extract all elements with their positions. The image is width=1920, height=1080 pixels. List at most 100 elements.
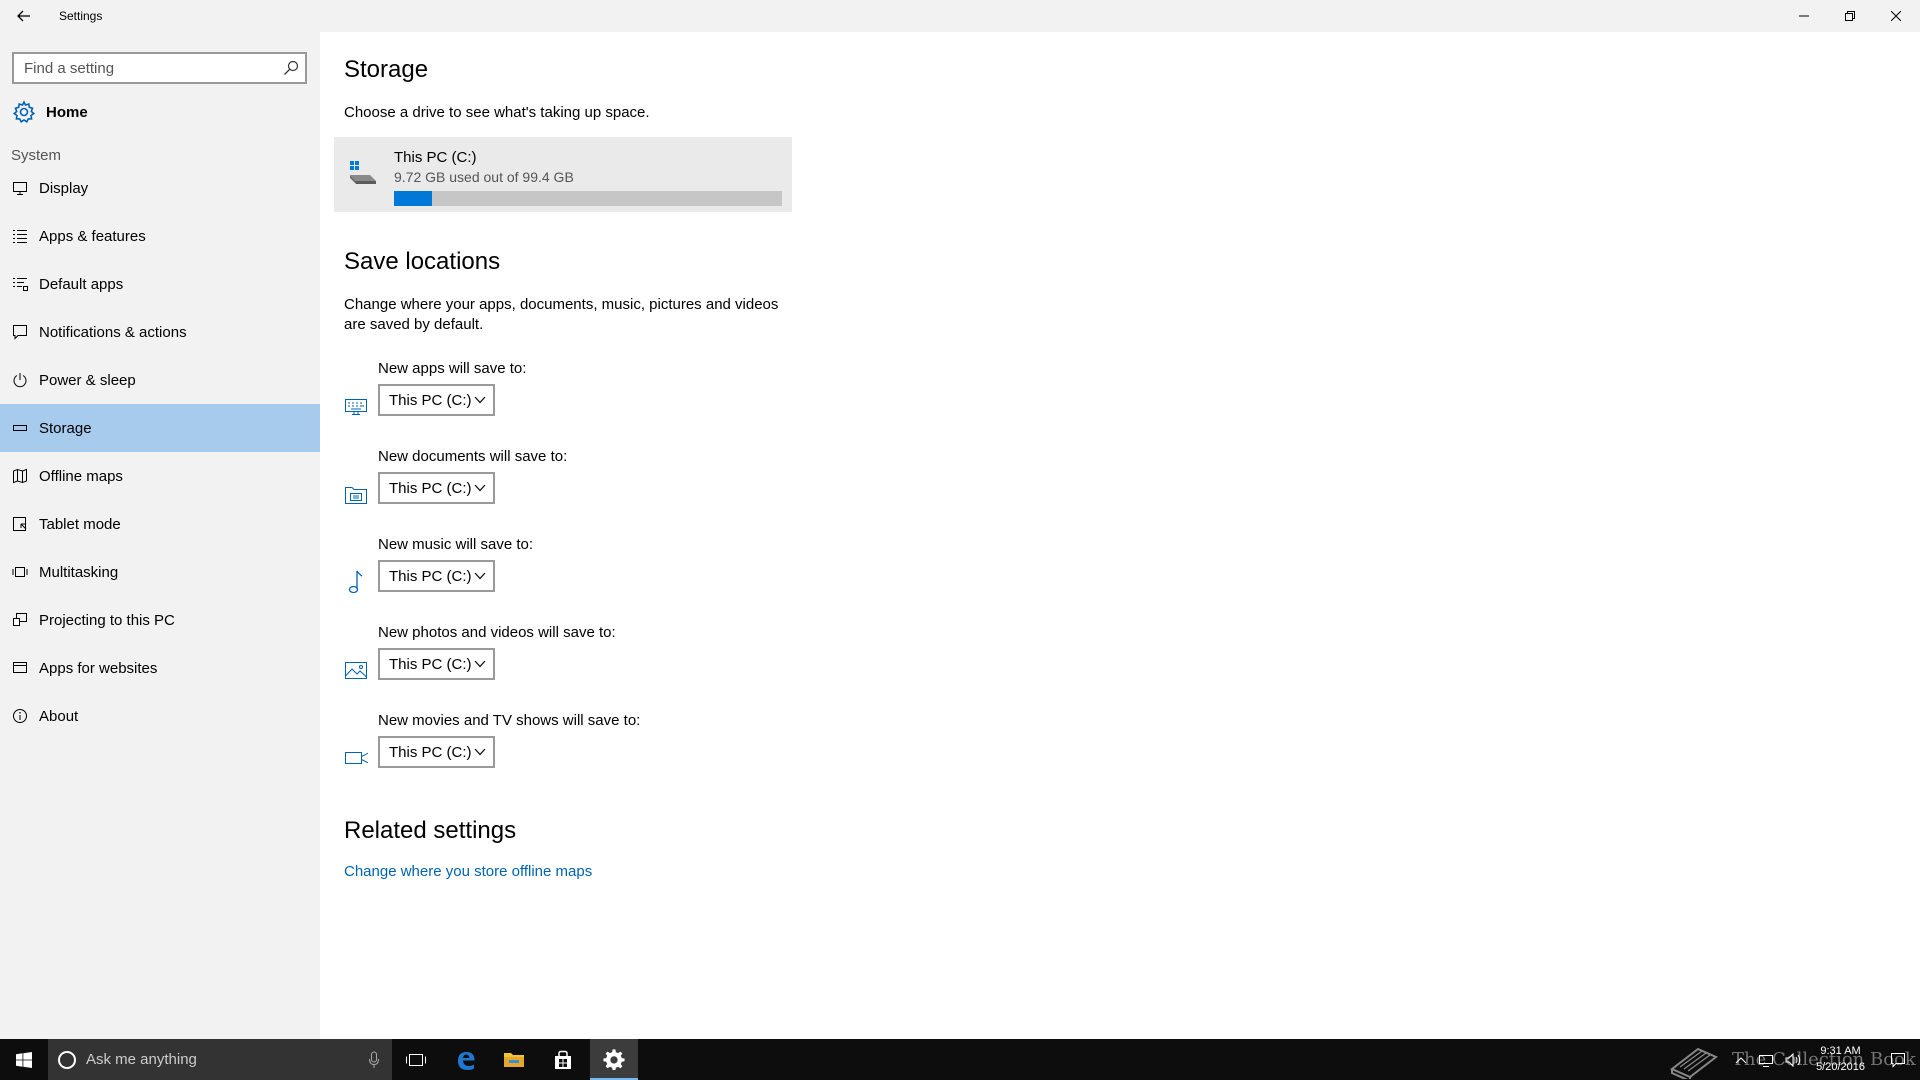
drive-usage-bar <box>394 191 782 206</box>
chevron-down-icon <box>474 660 486 668</box>
sidebar-item-label: Apps for websites <box>39 659 158 677</box>
save-locations-description: Change where your apps, documents, music… <box>344 296 779 333</box>
cortana-icon <box>58 1050 76 1069</box>
save-location-apps: New apps will save to: This PC (C:) <box>344 360 744 434</box>
search-box[interactable] <box>12 52 307 84</box>
sidebar-item-power-sleep[interactable]: Power & sleep <box>0 356 320 404</box>
microphone-icon[interactable] <box>368 1051 380 1069</box>
system-tray <box>1734 1039 1802 1080</box>
save-locations-title: Save locations <box>344 248 501 275</box>
dropdown-value: This PC (C:) <box>389 567 472 585</box>
main-content: Storage Choose a drive to see what's tak… <box>320 32 1920 1039</box>
movies-location-dropdown[interactable]: This PC (C:) <box>378 736 495 768</box>
close-icon <box>1891 11 1901 21</box>
edge-taskbar-button[interactable] <box>442 1039 490 1080</box>
minimize-icon <box>1799 15 1809 17</box>
folder-icon <box>504 1052 524 1067</box>
info-icon <box>12 708 28 724</box>
cortana-placeholder: Ask me anything <box>86 1051 197 1068</box>
clock[interactable]: 9:31 AM 5/20/2016 <box>1816 1043 1865 1075</box>
section-label: System <box>11 147 62 164</box>
chevron-up-icon[interactable] <box>1734 1055 1748 1065</box>
network-icon[interactable] <box>1758 1052 1776 1068</box>
photos-icon <box>344 658 368 682</box>
sidebar-item-apps-websites[interactable]: Apps for websites <box>0 644 320 692</box>
display-icon <box>12 180 28 196</box>
sidebar-item-label: Multitasking <box>39 563 119 581</box>
save-location-label: New photos and videos will save to: <box>378 624 616 641</box>
volume-icon[interactable] <box>1784 1052 1802 1068</box>
sidebar-item-default-apps[interactable]: Default apps <box>0 260 320 308</box>
photos-location-dropdown[interactable]: This PC (C:) <box>378 648 495 680</box>
edge-icon <box>458 1051 475 1070</box>
search-icon[interactable] <box>283 60 299 76</box>
close-button[interactable] <box>1873 0 1919 32</box>
minimize-button[interactable] <box>1781 0 1827 32</box>
nav-list: Display Apps & features Default apps Not… <box>0 164 320 740</box>
action-center-button[interactable] <box>1876 1039 1920 1080</box>
save-location-label: New movies and TV shows will save to: <box>378 712 641 729</box>
notification-icon <box>12 324 28 340</box>
page-title: Storage <box>344 56 429 83</box>
settings-taskbar-button[interactable] <box>590 1039 638 1080</box>
store-taskbar-button[interactable] <box>539 1039 587 1080</box>
file-explorer-taskbar-button[interactable] <box>490 1039 538 1080</box>
offline-maps-link[interactable]: Change where you store offline maps <box>344 863 592 880</box>
sidebar-item-label: Storage <box>39 419 92 437</box>
projecting-icon <box>12 612 28 628</box>
map-icon <box>12 468 28 484</box>
related-settings-title: Related settings <box>344 817 517 844</box>
dropdown-value: This PC (C:) <box>389 655 472 673</box>
save-location-movies: New movies and TV shows will save to: Th… <box>344 712 744 786</box>
book-logo-icon <box>1670 1047 1718 1080</box>
start-button[interactable] <box>0 1039 48 1080</box>
gear-icon <box>12 100 36 123</box>
documents-location-dropdown[interactable]: This PC (C:) <box>378 472 495 504</box>
back-button[interactable] <box>8 0 40 32</box>
task-view-button[interactable] <box>392 1039 440 1080</box>
home-nav-item[interactable]: Home <box>0 92 320 132</box>
documents-icon <box>344 482 368 506</box>
chevron-down-icon <box>474 572 486 580</box>
restore-button[interactable] <box>1827 0 1873 32</box>
drive-usage-fill <box>394 191 432 206</box>
sidebar-item-tablet-mode[interactable]: Tablet mode <box>0 500 320 548</box>
music-location-dropdown[interactable]: This PC (C:) <box>378 560 495 592</box>
default-apps-icon <box>12 276 28 292</box>
storage-icon <box>12 420 28 436</box>
cortana-search-box[interactable]: Ask me anything <box>48 1039 392 1080</box>
sidebar-item-apps-features[interactable]: Apps & features <box>0 212 320 260</box>
sidebar-item-label: Apps & features <box>39 227 146 245</box>
sidebar-item-label: Offline maps <box>39 467 123 485</box>
sidebar-item-projecting[interactable]: Projecting to this PC <box>0 596 320 644</box>
save-location-music: New music will save to: This PC (C:) <box>344 536 744 610</box>
store-bag-icon <box>555 1050 571 1069</box>
apps-location-dropdown[interactable]: This PC (C:) <box>378 384 495 416</box>
save-location-label: New music will save to: <box>378 536 534 553</box>
video-icon <box>344 746 368 770</box>
dropdown-value: This PC (C:) <box>389 479 472 497</box>
clock-time: 9:31 AM <box>1820 1045 1861 1057</box>
dropdown-value: This PC (C:) <box>389 391 472 409</box>
sidebar-item-label: Display <box>39 179 89 197</box>
drive-name: This PC (C:) <box>394 149 477 166</box>
dropdown-value: This PC (C:) <box>389 743 472 761</box>
task-view-icon <box>406 1053 426 1066</box>
sidebar-item-notifications[interactable]: Notifications & actions <box>0 308 320 356</box>
sidebar-item-label: Notifications & actions <box>39 323 187 341</box>
sidebar-item-display[interactable]: Display <box>0 164 320 212</box>
apps-keyboard-icon <box>344 394 368 418</box>
sidebar-item-storage[interactable]: Storage <box>0 404 320 452</box>
drive-tile[interactable]: This PC (C:) 9.72 GB used out of 99.4 GB <box>334 137 792 212</box>
apps-websites-icon <box>12 660 28 676</box>
sidebar-item-label: Power & sleep <box>39 371 136 389</box>
sidebar-item-offline-maps[interactable]: Offline maps <box>0 452 320 500</box>
chevron-down-icon <box>474 396 486 404</box>
search-input[interactable] <box>14 54 274 82</box>
save-location-photos: New photos and videos will save to: This… <box>344 624 744 698</box>
sidebar-item-about[interactable]: About <box>0 692 320 740</box>
sidebar-item-multitasking[interactable]: Multitasking <box>0 548 320 596</box>
save-location-label: New documents will save to: <box>378 448 568 465</box>
windows-logo-icon <box>16 1051 32 1068</box>
list-icon <box>12 228 28 244</box>
